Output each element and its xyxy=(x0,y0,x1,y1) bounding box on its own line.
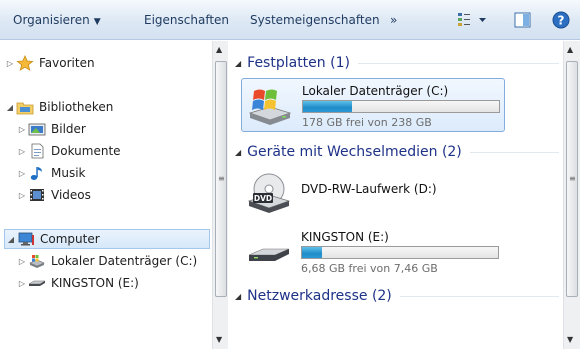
nav-item-kingston[interactable]: ▷ KINGSTON (E:) xyxy=(16,273,139,293)
drive-name-c: Lokaler Datenträger (C:) xyxy=(302,84,449,98)
collapse-arrow-icon[interactable]: ◢ xyxy=(235,59,241,68)
usb-drive-icon xyxy=(245,231,293,278)
group-divider xyxy=(469,151,559,153)
drive-tile-local-disk-c[interactable]: Lokaler Datenträger (C:) 178 GB frei von… xyxy=(241,78,505,132)
expand-arrow-icon[interactable]: ▷ xyxy=(16,169,28,178)
group-header-network[interactable]: ◢ Netzwerkadresse (2) xyxy=(229,285,559,307)
drive-tile-dvd-d[interactable]: DVD DVD-RW-Laufwerk (D:) xyxy=(241,167,505,217)
help-icon: ? xyxy=(552,11,570,29)
collapse-arrow-icon[interactable]: ◢ xyxy=(235,148,241,157)
grip-icon: ≡ xyxy=(218,174,225,183)
content-scrollbar[interactable]: ▲ ≡ ▼ xyxy=(563,41,580,349)
drive-usage-fill-e xyxy=(302,247,322,258)
music-icon xyxy=(28,165,46,181)
nav-item-computer[interactable]: ◢ Computer xyxy=(4,229,210,249)
nav-item-favorites[interactable]: ▷ Favoriten xyxy=(4,53,95,73)
grip-icon: ≡ xyxy=(569,174,576,183)
scroll-down-icon[interactable]: ▼ xyxy=(216,335,222,344)
nav-item-documents[interactable]: ▷ Dokumente xyxy=(16,141,121,161)
group-header-removable[interactable]: ◢ Geräte mit Wechselmedien (2) xyxy=(229,141,559,163)
nav-label-local-disk: Lokaler Datenträger (C:) xyxy=(51,254,198,268)
computer-icon xyxy=(17,231,35,247)
nav-item-music[interactable]: ▷ Musik xyxy=(16,163,86,183)
drive-free-space-e: 6,68 GB frei von 7,46 GB xyxy=(301,262,438,275)
drive-free-space-c: 178 GB frei von 238 GB xyxy=(302,116,432,129)
expand-arrow-icon[interactable]: ▷ xyxy=(4,59,16,68)
nav-label-computer: Computer xyxy=(40,232,100,246)
collapse-arrow-icon[interactable]: ◢ xyxy=(235,292,241,301)
organize-menu-button[interactable]: Organisieren ▼ xyxy=(13,13,101,27)
nav-label-kingston: KINGSTON (E:) xyxy=(51,276,139,290)
organize-label: Organisieren xyxy=(13,13,90,27)
group-header-hard-disks[interactable]: ◢ Festplatten (1) xyxy=(229,52,559,74)
expand-arrow-icon[interactable]: ▷ xyxy=(16,191,28,200)
drive-usage-bar-c xyxy=(302,100,500,113)
help-button[interactable]: ? xyxy=(550,9,572,31)
documents-icon xyxy=(28,143,46,159)
properties-button[interactable]: Eigenschaften xyxy=(144,13,229,27)
view-list-icon xyxy=(458,13,486,26)
nav-item-local-disk[interactable]: ▷ Lokaler Datenträger (C:) xyxy=(16,251,197,271)
drive-name-e: KINGSTON (E:) xyxy=(301,230,389,244)
expand-arrow-icon[interactable]: ▷ xyxy=(16,125,28,134)
collapse-arrow-icon[interactable]: ◢ xyxy=(4,103,16,112)
scroll-up-icon[interactable]: ▲ xyxy=(567,45,573,54)
scrollbar-thumb[interactable]: ≡ xyxy=(215,61,227,297)
scroll-down-icon[interactable]: ▼ xyxy=(567,335,573,344)
group-divider xyxy=(399,295,559,297)
preview-pane-icon xyxy=(514,12,531,28)
navigation-scrollbar[interactable]: ▲ ≡ ▼ xyxy=(212,41,228,349)
pictures-icon xyxy=(28,121,46,137)
dvd-drive-icon: DVD xyxy=(245,171,293,218)
star-icon xyxy=(16,55,34,71)
more-commands-button[interactable]: » xyxy=(390,13,397,27)
drive-usage-bar-e xyxy=(301,246,499,259)
scrollbar-thumb[interactable]: ≡ xyxy=(566,61,578,297)
expand-arrow-icon[interactable]: ▷ xyxy=(16,257,28,266)
nav-label-favorites: Favoriten xyxy=(39,56,95,70)
nav-item-libraries[interactable]: ◢ Bibliotheken xyxy=(4,97,113,117)
system-properties-button[interactable]: Systemeigenschaften xyxy=(250,13,380,27)
dvd-badge: DVD xyxy=(254,194,272,203)
nav-label-music: Musik xyxy=(51,166,86,180)
nav-label-pictures: Bilder xyxy=(51,122,86,136)
nav-item-pictures[interactable]: ▷ Bilder xyxy=(16,119,86,139)
view-options-button[interactable] xyxy=(455,9,491,31)
group-title-network: Netzwerkadresse (2) xyxy=(247,288,392,304)
nav-label-libraries: Bibliotheken xyxy=(39,100,114,114)
collapse-arrow-icon[interactable]: ◢ xyxy=(5,235,17,244)
usb-drive-icon xyxy=(28,275,46,291)
local-disk-icon xyxy=(28,253,46,269)
navigation-pane: ▷ Favoriten ◢ Bibliotheken ▷ Bilder ▷ Do… xyxy=(0,41,212,349)
command-bar: Organisieren ▼ Eigenschaften Systemeigens… xyxy=(0,0,580,40)
windows-drive-icon xyxy=(246,85,294,132)
group-divider xyxy=(357,62,559,64)
libraries-icon xyxy=(16,99,34,115)
expand-arrow-icon[interactable]: ▷ xyxy=(16,279,28,288)
drive-usage-fill-c xyxy=(303,101,352,112)
nav-label-videos: Videos xyxy=(51,188,91,202)
nav-item-videos[interactable]: ▷ Videos xyxy=(16,185,91,205)
chevron-down-icon: ▼ xyxy=(93,17,101,27)
nav-label-documents: Dokumente xyxy=(51,144,121,158)
drive-name-d: DVD-RW-Laufwerk (D:) xyxy=(301,182,437,196)
scroll-up-icon[interactable]: ▲ xyxy=(216,45,222,54)
videos-icon xyxy=(28,187,46,203)
svg-text:?: ? xyxy=(558,14,565,28)
expand-arrow-icon[interactable]: ▷ xyxy=(16,147,28,156)
content-pane: ◢ Festplatten (1) Lokaler Datenträger (C… xyxy=(229,41,562,349)
drive-tile-kingston-e[interactable]: KINGSTON (E:) 6,68 GB frei von 7,46 GB xyxy=(241,225,505,279)
group-title-removable: Geräte mit Wechselmedien (2) xyxy=(247,144,462,160)
preview-pane-button[interactable] xyxy=(512,9,534,31)
group-title-hard-disks: Festplatten (1) xyxy=(247,55,350,71)
